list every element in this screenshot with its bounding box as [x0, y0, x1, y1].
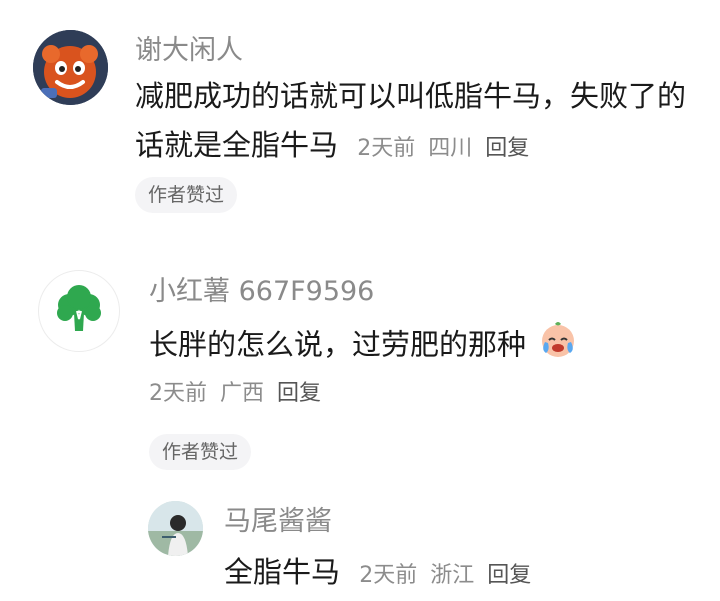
username[interactable]: 马尾酱酱 — [224, 508, 332, 535]
comment-location: 浙江 — [430, 563, 475, 588]
comment-time: 2天前 — [359, 563, 418, 588]
reply-button[interactable]: 回复 — [487, 563, 531, 588]
comment-meta: 2天前 浙江 回复 — [359, 563, 537, 588]
comment-text-content: 全脂牛马 — [224, 555, 341, 589]
avatar[interactable] — [148, 501, 203, 556]
person-photo-avatar-icon — [148, 501, 203, 556]
comment-text: 全脂牛马 2天前 浙江 回复 — [224, 548, 537, 600]
comment-3-reply: 马尾酱酱 全脂牛马 2天前 浙江 回复 — [0, 0, 720, 601]
